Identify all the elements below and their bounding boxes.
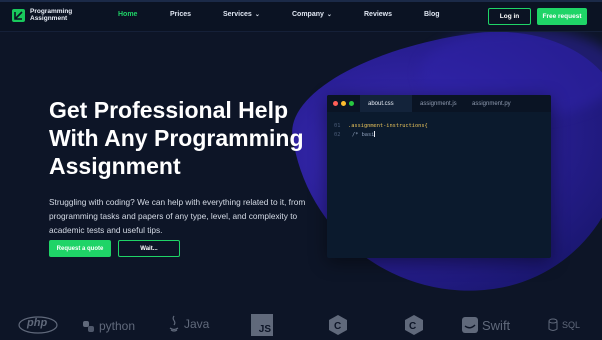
chevron-down-icon: ⌄ [254, 12, 260, 18]
sql-label: SQL [562, 320, 581, 330]
free-request-button[interactable]: Free request [537, 8, 587, 25]
nav-company[interactable]: Company ⌄ [292, 11, 332, 18]
top-navbar: Programming Assignment Home Prices Servi… [0, 0, 602, 32]
logo-text: Programming Assignment [30, 8, 72, 22]
nav-home[interactable]: Home [118, 11, 137, 18]
logo-line-1: Programming [30, 8, 73, 15]
code-text: /* basi [352, 132, 375, 138]
code-text: .assignment-instructions{ [348, 123, 428, 129]
editor-tab-bar: about.css assignment.js assignment.py [327, 95, 551, 112]
php-label: php [27, 317, 48, 329]
site-logo[interactable]: Programming Assignment [12, 8, 72, 22]
sql-logo-icon: SQL [548, 318, 580, 332]
text-cursor [374, 131, 376, 137]
swift-logo-icon: Swift [462, 317, 510, 333]
editor-body: 01 .assignment-instructions{ 02 /* basi [327, 112, 551, 140]
technology-logos: php python Java JS C C Swift SQL [0, 312, 602, 340]
java-label: Java [184, 317, 210, 331]
nav-prices[interactable]: Prices [170, 11, 191, 18]
svg-text:C: C [409, 321, 416, 332]
python-logo-icon: python [82, 319, 135, 333]
nav-reviews[interactable]: Reviews [364, 11, 392, 18]
line-number: 02 [334, 132, 341, 138]
code-text-wrapper: /* basi [348, 131, 376, 140]
js-label: JS [258, 324, 271, 335]
hero-title: Get Professional Help With Any Programmi… [49, 97, 304, 179]
swift-label: Swift [482, 317, 511, 333]
logo-line-2: Assignment [30, 15, 68, 22]
minimize-dot-icon [341, 101, 346, 106]
nav-services[interactable]: Services ⌄ [223, 11, 260, 18]
login-button[interactable]: Log in [488, 8, 531, 25]
cpp-logo-icon: C [403, 314, 425, 336]
nav-services-label: Services [223, 11, 252, 18]
logo-icon [12, 8, 25, 22]
svg-text:C: C [334, 321, 341, 332]
java-logo-icon: Java [168, 315, 209, 333]
nav-company-label: Company [292, 11, 324, 18]
editor-tab-assignment-py[interactable]: assignment.py [464, 95, 516, 112]
wait-button[interactable]: Wait... [118, 240, 180, 257]
editor-tab-assignment-js[interactable]: assignment.js [412, 95, 464, 112]
maximize-dot-icon [349, 101, 354, 106]
chevron-down-icon: ⌄ [326, 12, 332, 18]
code-line: 01 .assignment-instructions{ [334, 122, 551, 131]
php-logo-icon: php [18, 316, 58, 334]
c-sharp-logo-icon: C [327, 314, 349, 336]
close-dot-icon [333, 101, 338, 106]
javascript-logo-icon: JS [251, 314, 273, 336]
code-editor-mock: about.css assignment.js assignment.py 01… [327, 95, 551, 258]
line-number: 01 [334, 123, 341, 129]
navbar-accent-line [0, 0, 602, 2]
hero-subtitle: Struggling with coding? We can help with… [49, 197, 306, 235]
window-controls [327, 95, 360, 112]
python-label: python [99, 319, 136, 333]
code-line: 02 /* basi [334, 131, 551, 140]
editor-tab-about-css[interactable]: about.css [360, 95, 412, 112]
nav-blog[interactable]: Blog [424, 11, 440, 18]
request-quote-button[interactable]: Request a quote [49, 240, 111, 257]
